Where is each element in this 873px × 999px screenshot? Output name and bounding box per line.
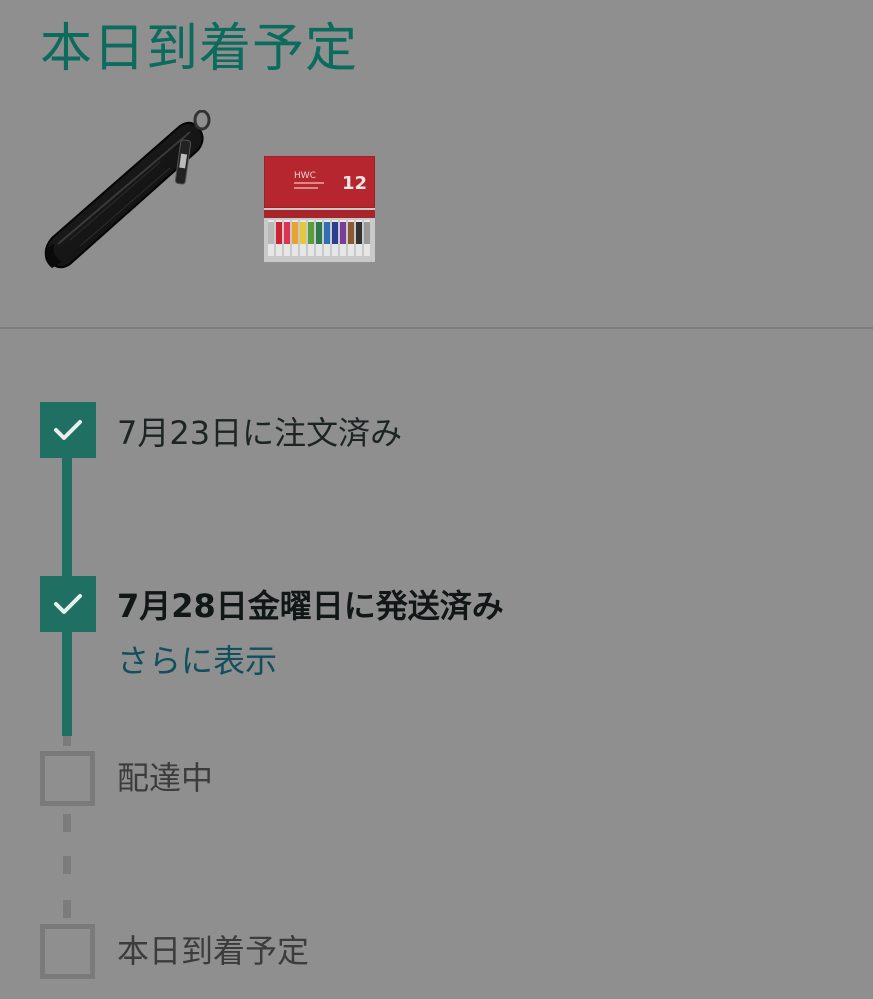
- timeline-connector-pending: [63, 814, 71, 832]
- timeline-connector-pending: [63, 856, 71, 874]
- timeline-connector-done: [62, 630, 72, 736]
- step-arrival-checkbox: [40, 924, 95, 979]
- step-shipped-label: 7月28日金曜日に発送済み: [117, 587, 504, 625]
- check-icon: [54, 594, 82, 614]
- tracking-timeline: 7月23日に注文済み 7月28日金曜日に発送済み さらに表示 配達中 本日到着予…: [0, 0, 873, 999]
- step-in-transit-label: 配達中: [117, 759, 214, 797]
- step-ordered-checkbox: [40, 402, 96, 458]
- step-in-transit-checkbox: [40, 751, 95, 806]
- timeline-connector-done: [62, 456, 72, 580]
- check-icon: [54, 420, 82, 440]
- step-ordered-label: 7月23日に注文済み: [117, 414, 403, 452]
- step-arrival-label: 本日到着予定: [117, 932, 310, 970]
- timeline-connector-pending: [63, 900, 71, 918]
- timeline-connector-pending: [63, 736, 71, 746]
- step-shipped-checkbox: [40, 576, 96, 632]
- show-more-link[interactable]: さらに表示: [117, 642, 277, 680]
